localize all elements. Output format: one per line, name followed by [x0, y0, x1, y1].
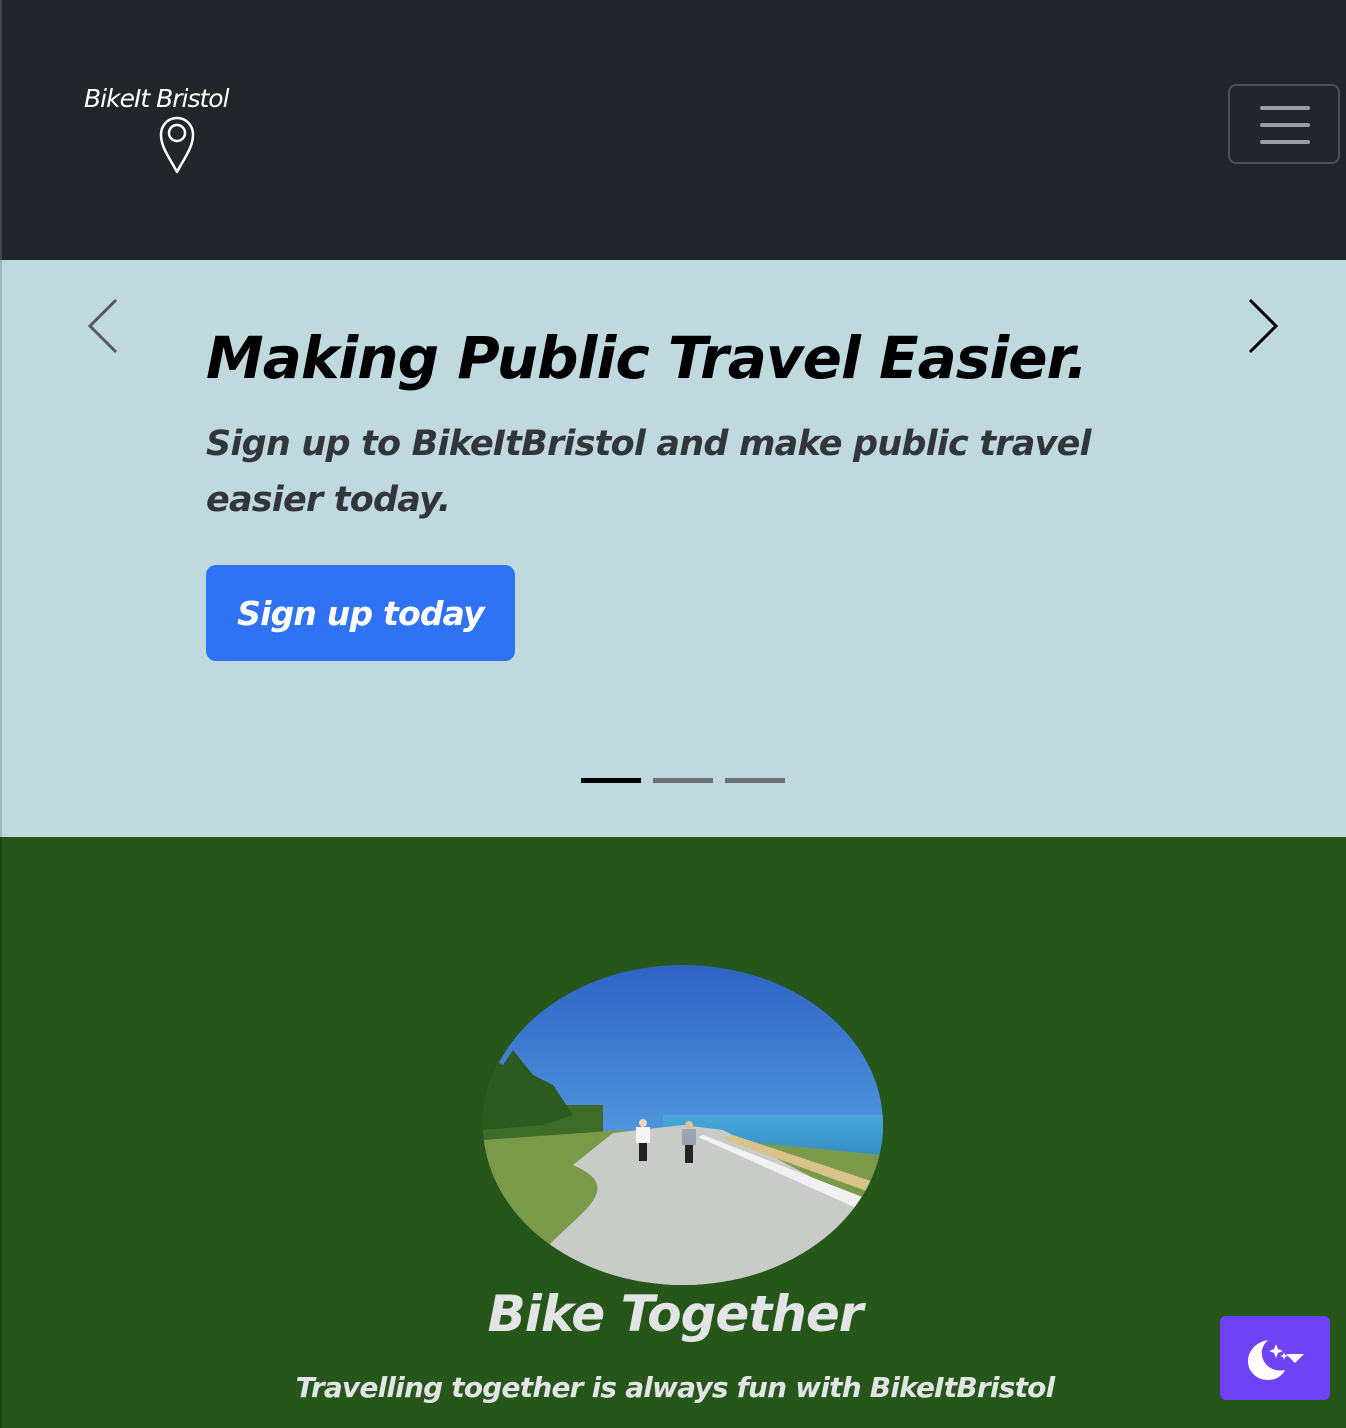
feature-section: Bike Together Travelling together is alw… [0, 837, 1346, 1428]
theme-toggle-button[interactable] [1220, 1316, 1330, 1400]
slide-title: Making Public Travel Easier. [206, 324, 1088, 392]
carousel-next-button[interactable] [1240, 296, 1284, 356]
carousel-indicator-1[interactable] [581, 778, 641, 783]
brand-text: BikeIt Bristol [84, 84, 230, 113]
slide-subtitle: Sign up to BikeItBristol and make public… [206, 424, 1092, 520]
feature-text: Travelling together is always fun with B… [295, 1371, 1056, 1404]
carousel-indicator-2[interactable] [653, 778, 713, 783]
brand-logo-link[interactable]: BikeIt Bristol [82, 84, 252, 176]
hero-carousel: Making Public Travel Easier. Sign up to … [0, 260, 1346, 837]
chevron-right-icon [1248, 298, 1279, 354]
carousel-indicator-3[interactable] [725, 778, 785, 783]
chevron-left-icon [87, 298, 118, 354]
caret-down-icon [1286, 1354, 1304, 1363]
feature-title: Bike Together [487, 1285, 864, 1343]
cyclists-photo [483, 965, 883, 1285]
sign-up-button[interactable]: Sign up today [206, 565, 515, 661]
navbar: BikeIt Bristol [0, 0, 1346, 260]
carousel-prev-button[interactable] [82, 296, 126, 356]
navbar-toggler-button[interactable] [1228, 84, 1340, 164]
carousel-indicators [581, 778, 791, 786]
map-pin-icon [159, 116, 195, 174]
